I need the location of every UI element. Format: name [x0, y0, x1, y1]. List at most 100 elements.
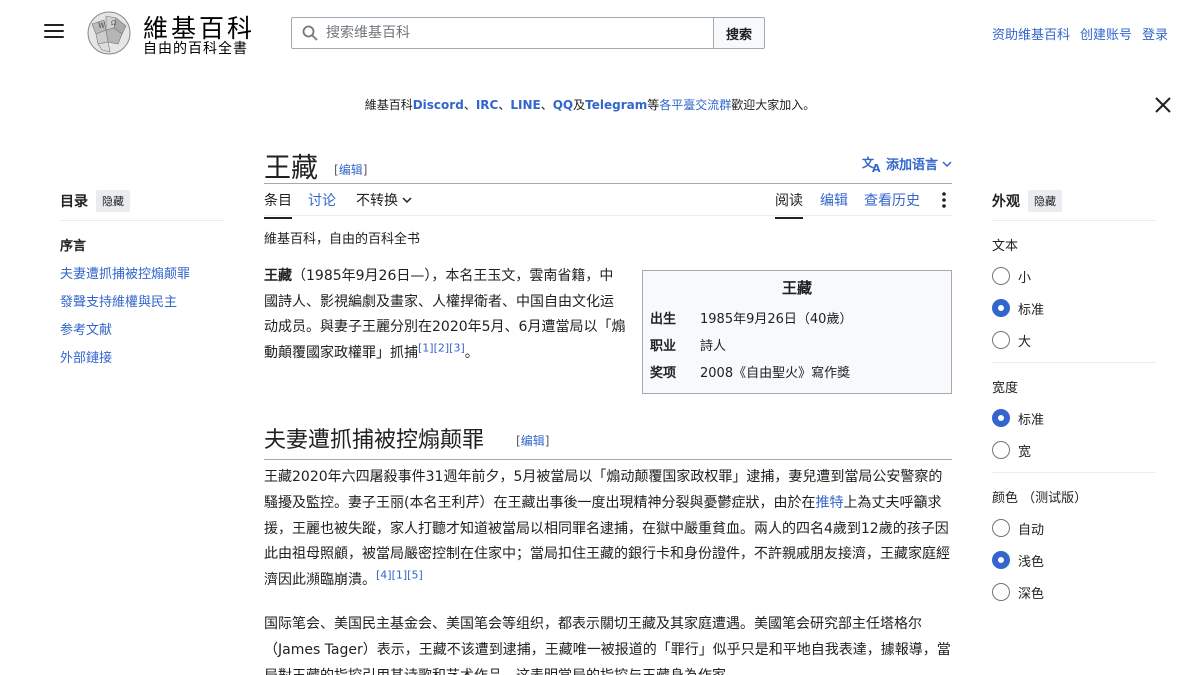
notice-link-irc[interactable]: IRC	[476, 98, 499, 112]
radio-color-auto[interactable]: 自动	[992, 512, 1156, 544]
main-menu-icon[interactable]	[44, 24, 64, 42]
appearance-title: 外观	[992, 194, 1020, 210]
notice-link-discord[interactable]: Discord	[413, 98, 464, 112]
radio-label: 自动	[1018, 522, 1045, 538]
toc-item-support[interactable]: 發聲支持維權與民主	[60, 295, 177, 310]
tab-variant[interactable]: 不转换	[356, 190, 412, 217]
title-edit: [编辑]	[334, 161, 367, 178]
color-group: 颜色 （测试版） 自动 浅色 深色	[992, 487, 1156, 614]
infobox-key: 职业	[650, 339, 677, 354]
group-label: 文本	[992, 239, 1019, 254]
more-options-icon[interactable]	[942, 192, 946, 208]
tab-read[interactable]: 阅读	[775, 190, 803, 219]
section-paragraph: 王藏2020年六四屠殺事件31週年前夕，5月被當局以「煽动颠覆国家政权罪」逮捕，…	[264, 465, 952, 594]
radio-circle[interactable]	[992, 331, 1010, 349]
tab-talk[interactable]: 讨论	[308, 190, 336, 217]
svg-text:A: A	[872, 162, 881, 173]
para-refs[interactable]: [4][1][5]	[376, 569, 423, 582]
radio-circle[interactable]	[992, 583, 1010, 601]
width-group: 宽度 标准 宽	[992, 377, 1156, 473]
logo-tagline: 自由的百科全書	[143, 41, 248, 57]
infobox-value: 1985年9月26日（40歲）	[700, 312, 853, 327]
radio-circle[interactable]	[992, 551, 1010, 569]
translate-icon: 文 A	[862, 155, 881, 173]
radio-circle[interactable]	[992, 519, 1010, 537]
notice-sep: 、	[498, 98, 511, 112]
table-of-contents: 目录 隐藏 序言 夫妻遭抓捕被控煽颠罪 發聲支持維權與民主 参考文献 外部鏈接	[60, 190, 224, 375]
notice-link-groups[interactable]: 各平臺交流群	[659, 98, 731, 112]
infobox-row: 职业 詩人	[650, 331, 944, 358]
appearance-hide-button[interactable]: 隐藏	[1028, 190, 1062, 212]
radio-circle[interactable]	[992, 409, 1010, 427]
notice-link-telegram[interactable]: Telegram	[585, 98, 647, 112]
radio-width-wide[interactable]: 宽	[992, 434, 1156, 466]
infobox-title: 王藏	[781, 279, 812, 297]
notice-sep: 、	[540, 98, 553, 112]
tab-article[interactable]: 条目	[264, 190, 292, 219]
text-size-group: 文本 小 标准 大	[992, 235, 1156, 363]
bracket-close: ]	[362, 163, 368, 177]
user-links: 资助维基百科 创建账号 登录	[992, 24, 1168, 43]
radio-width-standard[interactable]: 标准	[992, 402, 1156, 434]
infobox-value: 2008《自由聖火》寫作獎	[700, 366, 851, 381]
toc-item-intro[interactable]: 序言	[60, 235, 224, 263]
create-account-link[interactable]: 创建账号	[1080, 24, 1132, 43]
group-label: 宽度	[992, 381, 1019, 396]
toc-item-references[interactable]: 参考文献	[60, 323, 112, 338]
section-edit: [编辑]	[516, 432, 549, 449]
lead-refs[interactable]: [1][2][3]	[418, 341, 465, 354]
search-input[interactable]	[326, 25, 696, 41]
page-title: 王藏	[264, 153, 318, 184]
lead-name: 王藏	[264, 268, 292, 284]
toc-item-arrest[interactable]: 夫妻遭抓捕被控煽颠罪	[60, 267, 190, 282]
infobox-row: 出生 1985年9月26日（40歲）	[650, 304, 944, 331]
tab-edit[interactable]: 编辑	[820, 190, 848, 217]
donate-link[interactable]: 资助维基百科	[992, 24, 1070, 43]
radio-circle[interactable]	[992, 299, 1010, 317]
radio-label: 标准	[1018, 412, 1045, 428]
wikipedia-globe-icon[interactable]: W Ω	[84, 10, 134, 56]
radio-label: 宽	[1018, 444, 1032, 460]
radio-text-standard[interactable]: 标准	[992, 292, 1156, 324]
section-edit-link[interactable]: 编辑	[521, 434, 545, 448]
section-title: 夫妻遭抓捕被控煽颠罪	[264, 428, 485, 453]
toc-item-external-links[interactable]: 外部鏈接	[60, 351, 112, 366]
infobox: 王藏 出生 1985年9月26日（40歲） 职业 詩人 奖项 2008《自由聖火…	[642, 270, 952, 394]
notice-link-qq[interactable]: QQ	[553, 98, 573, 112]
toc-title: 目录	[60, 194, 88, 210]
radio-circle[interactable]	[992, 441, 1010, 459]
lead-end: 。	[464, 344, 479, 361]
login-link[interactable]: 登录	[1142, 24, 1168, 43]
svg-text:W: W	[98, 22, 106, 30]
notice-link-line[interactable]: LINE	[510, 98, 540, 112]
radio-label: 浅色	[1018, 554, 1045, 570]
infobox-key: 出生	[650, 312, 677, 327]
notice-text: 維基百科	[364, 98, 413, 112]
infobox-key: 奖项	[650, 366, 677, 381]
toc-hide-button[interactable]: 隐藏	[96, 190, 130, 212]
radio-label: 大	[1018, 334, 1032, 350]
radio-label: 深色	[1018, 586, 1045, 602]
radio-color-light[interactable]: 浅色	[992, 544, 1156, 576]
search-box[interactable]	[291, 17, 714, 49]
chevron-down-icon	[402, 197, 412, 204]
lead-paragraph: 王藏（1985年9月26日—），本名王玉文，雲南省籍，中國詩人、影視編劇及畫家、…	[264, 264, 626, 366]
title-edit-link[interactable]: 编辑	[339, 163, 363, 177]
twitter-link[interactable]: 推特	[815, 495, 843, 511]
page-tabs: 条目 讨论 不转换 阅读 编辑 查看历史	[264, 184, 952, 219]
search-button[interactable]: 搜索	[713, 17, 765, 49]
appearance-panel: 外观 隐藏 文本 小 标准 大 宽度 标准 宽 颜色 （测试版） 自动 浅色 深…	[992, 190, 1156, 614]
add-language-button[interactable]: 文 A 添加语言	[862, 154, 952, 173]
notice-sep: 、	[463, 98, 476, 112]
notice-suffix: 歡迎大家加入。	[731, 98, 816, 112]
radio-text-large[interactable]: 大	[992, 324, 1156, 356]
radio-color-dark[interactable]: 深色	[992, 576, 1156, 608]
radio-circle[interactable]	[992, 267, 1010, 285]
main-content: 王藏 [编辑] 文 A 添加语言 条目 讨论 不转换 阅读 编辑 查看历史 維基…	[264, 144, 952, 675]
close-icon[interactable]	[1154, 96, 1172, 114]
radio-label: 小	[1018, 270, 1032, 286]
tab-history[interactable]: 查看历史	[864, 190, 920, 217]
section-paragraph: 国际笔会、美国民主基金会、美国笔会等组织，都表示關切王藏及其家庭遭遇。美國笔会研…	[264, 616, 951, 675]
search-icon	[302, 25, 318, 41]
radio-text-small[interactable]: 小	[992, 260, 1156, 292]
